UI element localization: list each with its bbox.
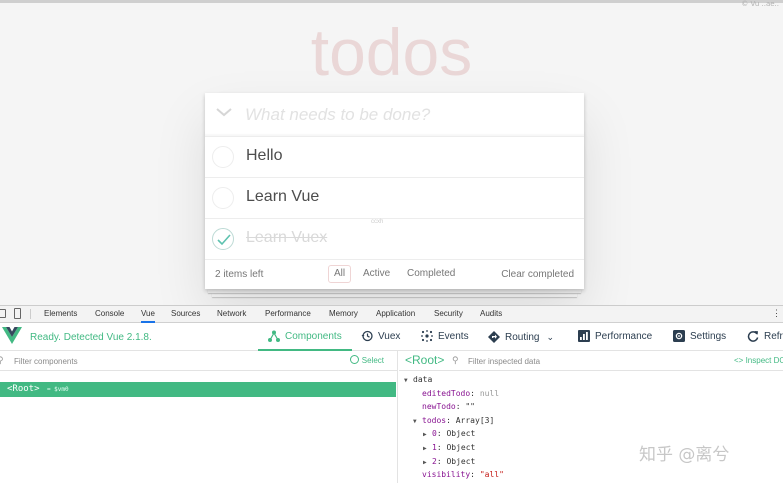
caret-down-icon: ▼	[404, 377, 408, 384]
corner-caption: © Vu ..ae..	[741, 0, 779, 8]
vue-tab-label: Events	[438, 331, 469, 342]
new-todo-row	[205, 93, 584, 137]
devtools-tab-vue[interactable]: Vue	[141, 309, 155, 323]
events-icon	[421, 330, 433, 343]
search-icon: ⚲	[0, 355, 4, 365]
todo-app-area: © Vu ..ae.. todos Hello Learn Vue ccxh L…	[0, 0, 783, 305]
todo-title: Hello	[246, 147, 283, 164]
browser-top-edge	[0, 0, 783, 3]
routing-icon	[488, 331, 500, 344]
root-component-name: <Root>	[7, 384, 40, 394]
tree-row-item[interactable]: ▶ 1: Object	[423, 441, 475, 456]
components-icon	[268, 330, 280, 343]
tree-row: visibility: "all"	[422, 470, 504, 480]
check-icon	[217, 234, 231, 246]
vue-tab-settings[interactable]: Settings	[673, 323, 726, 351]
todo-item[interactable]: Hello	[205, 137, 584, 178]
devtools-tab-memory[interactable]: Memory	[329, 309, 358, 323]
items-left-count: 2 items left	[215, 269, 264, 280]
todo-footer: 2 items left All Active Completed Clear …	[205, 261, 584, 289]
todo-title: Learn Vue	[246, 188, 320, 205]
more-menu-icon[interactable]: ⋮	[772, 308, 781, 319]
vue-tab-refresh[interactable]: Refresh	[747, 323, 783, 351]
tree-section-data[interactable]: ▼ data	[404, 373, 432, 388]
inspect-element-icon[interactable]	[0, 309, 6, 318]
search-icon: ⚲	[452, 355, 459, 365]
vue-tab-label: Routing	[505, 332, 540, 343]
card-stack-shadow-1	[208, 289, 581, 293]
vue-tab-vuex[interactable]: Vuex	[361, 323, 400, 351]
todo-checkbox-checked[interactable]	[212, 228, 234, 250]
vue-ready-status: Ready. Detected Vue 2.1.8.	[30, 332, 152, 343]
component-tree-root[interactable]: <Root> = $vm0	[0, 382, 396, 397]
root-vm-ref: = $vm0	[46, 386, 69, 393]
tree-row-item[interactable]: ▶ 2: Object	[423, 455, 475, 470]
vue-tab-label: Settings	[690, 331, 727, 342]
history-icon	[361, 331, 373, 342]
mid-watermark: ccxh	[371, 219, 384, 225]
vue-tab-events[interactable]: Events	[421, 323, 469, 351]
components-pane: ⚲ Select <Root> = $vm0	[0, 351, 398, 483]
filter-components-input[interactable]	[14, 354, 314, 368]
caret-right-icon: ▶	[423, 458, 427, 466]
caret-down-icon: ▼	[413, 417, 417, 425]
vue-tab-components[interactable]: Components	[258, 323, 352, 351]
inspected-component-tag: <Root>	[405, 353, 445, 367]
clear-completed-button[interactable]: Clear completed	[501, 269, 574, 280]
caret-right-icon: ▶	[423, 431, 427, 439]
vue-tab-label: Refresh	[764, 331, 783, 342]
inspector-header: <Root> ⚲ <> Inspect DOM	[399, 351, 783, 371]
vue-logo-icon	[2, 327, 22, 344]
filter-completed-link[interactable]: Completed	[401, 265, 461, 283]
target-icon	[349, 355, 359, 364]
new-todo-input[interactable]	[245, 101, 575, 129]
devtools-tab-audits[interactable]: Audits	[480, 309, 502, 323]
device-toolbar-icon[interactable]	[14, 308, 21, 319]
vue-tab-label: Vuex	[378, 331, 401, 342]
devtools-tab-console[interactable]: Console	[95, 309, 124, 323]
filter-active-link[interactable]: Active	[357, 265, 396, 283]
filter-inspected-input[interactable]	[468, 354, 668, 368]
chevron-down-icon: ⌄	[546, 332, 555, 342]
tree-row: newTodo: ""	[422, 402, 475, 412]
filter-components-bar: ⚲ Select	[0, 351, 398, 371]
todo-checkbox[interactable]	[212, 146, 234, 168]
tree-row-todos[interactable]: ▼ todos: Array[3]	[413, 414, 494, 429]
todo-item[interactable]: Learn Vue	[205, 178, 584, 219]
todo-title: Learn Vuex	[246, 229, 328, 246]
settings-icon	[673, 330, 685, 343]
devtools-tab-security[interactable]: Security	[434, 309, 463, 323]
select-component-button[interactable]: Select	[349, 355, 384, 365]
devtools-tab-application[interactable]: Application	[376, 309, 415, 323]
tree-row-item[interactable]: ▶ 0: Object	[423, 427, 475, 442]
zhihu-watermark: 知乎 @离兮	[639, 445, 730, 465]
devtools-tab-elements[interactable]: Elements	[44, 309, 77, 323]
refresh-icon	[747, 331, 759, 343]
devtools-tab-performance[interactable]: Performance	[265, 309, 311, 323]
todo-checkbox[interactable]	[212, 187, 234, 209]
card-stack-shadow-2	[212, 293, 577, 297]
vue-tab-routing[interactable]: Routing ⌄	[488, 323, 554, 351]
devtools-tab-sources[interactable]: Sources	[171, 309, 200, 323]
app-title: todos	[310, 15, 473, 89]
inspect-dom-button[interactable]: <> Inspect DOM	[734, 356, 783, 365]
tree-row: editedTodo: null	[422, 388, 500, 398]
vue-devtools-toolbar: Ready. Detected Vue 2.1.8. Components Vu…	[0, 323, 783, 351]
vue-tab-label: Components	[285, 331, 342, 342]
performance-icon	[578, 330, 590, 343]
vue-tab-performance[interactable]: Performance	[578, 323, 652, 351]
vue-tab-label: Performance	[595, 331, 653, 342]
tabbar-divider	[30, 309, 31, 319]
todo-item-completed[interactable]: ccxh Learn Vuex	[205, 219, 584, 260]
filter-all-link[interactable]: All	[328, 265, 352, 283]
select-label: Select	[361, 356, 384, 365]
devtools-tab-network[interactable]: Network	[217, 309, 246, 323]
caret-right-icon: ▶	[423, 445, 427, 452]
devtools-tabbar: Elements Console Vue Sources Network Per…	[0, 306, 783, 323]
toggle-all-icon[interactable]	[214, 105, 236, 123]
todo-card: Hello Learn Vue ccxh Learn Vuex 2 items …	[205, 93, 584, 289]
